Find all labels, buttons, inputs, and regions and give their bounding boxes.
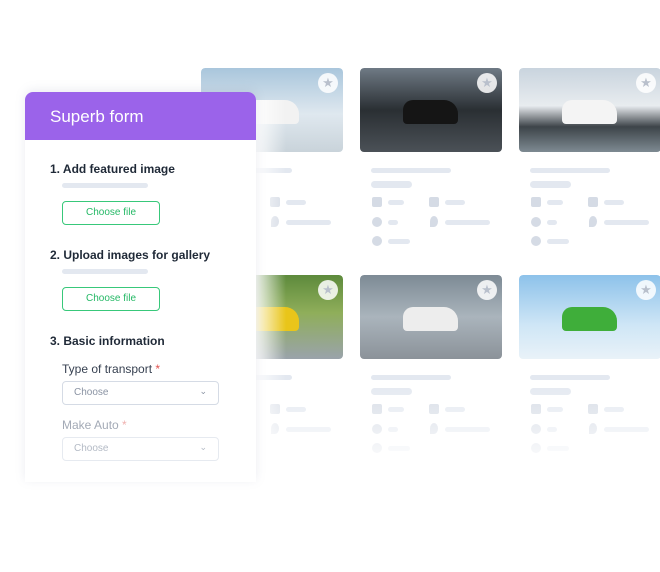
choose-file-featured-button[interactable]: Choose file xyxy=(62,201,160,225)
vehicle-image: ★ xyxy=(360,275,502,359)
transport-label-text: Type of transport xyxy=(62,362,153,376)
title-placeholder xyxy=(371,168,451,173)
section-basic-info: 3. Basic information xyxy=(50,334,165,348)
make-select[interactable]: Choose ⌄ xyxy=(62,437,219,461)
car-shape xyxy=(402,306,458,331)
placeholder xyxy=(388,200,404,205)
star-icon[interactable]: ★ xyxy=(636,73,656,93)
make-label: Make Auto * xyxy=(62,418,127,432)
placeholder xyxy=(445,220,490,225)
make-label-text: Make Auto xyxy=(62,418,119,432)
form-title: Superb form xyxy=(25,92,256,140)
fuel-icon xyxy=(429,197,439,207)
placeholder xyxy=(547,220,557,225)
car-shape xyxy=(561,99,617,124)
vehicle-card[interactable]: ★ xyxy=(360,68,502,262)
placeholder xyxy=(445,200,465,205)
progress-bar xyxy=(62,269,148,274)
card-details xyxy=(519,152,660,262)
vehicle-image: ★ xyxy=(519,275,660,359)
calendar-icon xyxy=(531,197,541,207)
location-icon xyxy=(430,216,438,227)
section-featured-image: 1. Add featured image xyxy=(50,162,175,176)
star-icon[interactable]: ★ xyxy=(318,280,338,300)
placeholder xyxy=(388,220,398,225)
star-icon[interactable]: ★ xyxy=(477,280,497,300)
placeholder xyxy=(547,200,563,205)
section-gallery: 2. Upload images for gallery xyxy=(50,248,211,262)
transport-select-value: Choose xyxy=(74,387,109,398)
progress-bar xyxy=(62,183,148,188)
placeholder xyxy=(547,239,569,244)
chevron-down-icon: ⌄ xyxy=(199,386,207,396)
star-icon[interactable]: ★ xyxy=(318,73,338,93)
title-placeholder xyxy=(530,168,610,173)
clock-icon xyxy=(531,236,541,246)
required-mark: * xyxy=(155,362,161,376)
engine-icon xyxy=(372,217,382,227)
vehicle-image: ★ xyxy=(360,68,502,152)
placeholder xyxy=(286,220,331,225)
required-mark: * xyxy=(122,418,127,432)
vehicle-image: ★ xyxy=(519,68,660,152)
superb-form: Superb form 1. Add featured image Choose… xyxy=(25,92,256,482)
engine-icon xyxy=(531,217,541,227)
location-icon xyxy=(589,216,597,227)
make-select-value: Choose xyxy=(74,443,109,454)
placeholder xyxy=(286,200,306,205)
star-icon[interactable]: ★ xyxy=(636,280,656,300)
car-shape xyxy=(402,99,458,124)
choose-file-gallery-button[interactable]: Choose file xyxy=(62,287,160,311)
vehicle-card[interactable]: ★ xyxy=(519,68,660,262)
chevron-down-icon: ⌄ xyxy=(199,442,207,452)
clock-icon xyxy=(372,236,382,246)
placeholder xyxy=(388,239,410,244)
card-details xyxy=(360,152,502,262)
transport-select[interactable]: Choose ⌄ xyxy=(62,381,219,405)
placeholder xyxy=(604,220,649,225)
placeholder xyxy=(604,200,624,205)
price-placeholder xyxy=(371,181,412,188)
price-placeholder xyxy=(530,181,571,188)
calendar-icon xyxy=(372,197,382,207)
star-icon[interactable]: ★ xyxy=(477,73,497,93)
fuel-icon xyxy=(588,197,598,207)
transport-label: Type of transport * xyxy=(62,362,160,376)
car-shape xyxy=(561,306,617,331)
